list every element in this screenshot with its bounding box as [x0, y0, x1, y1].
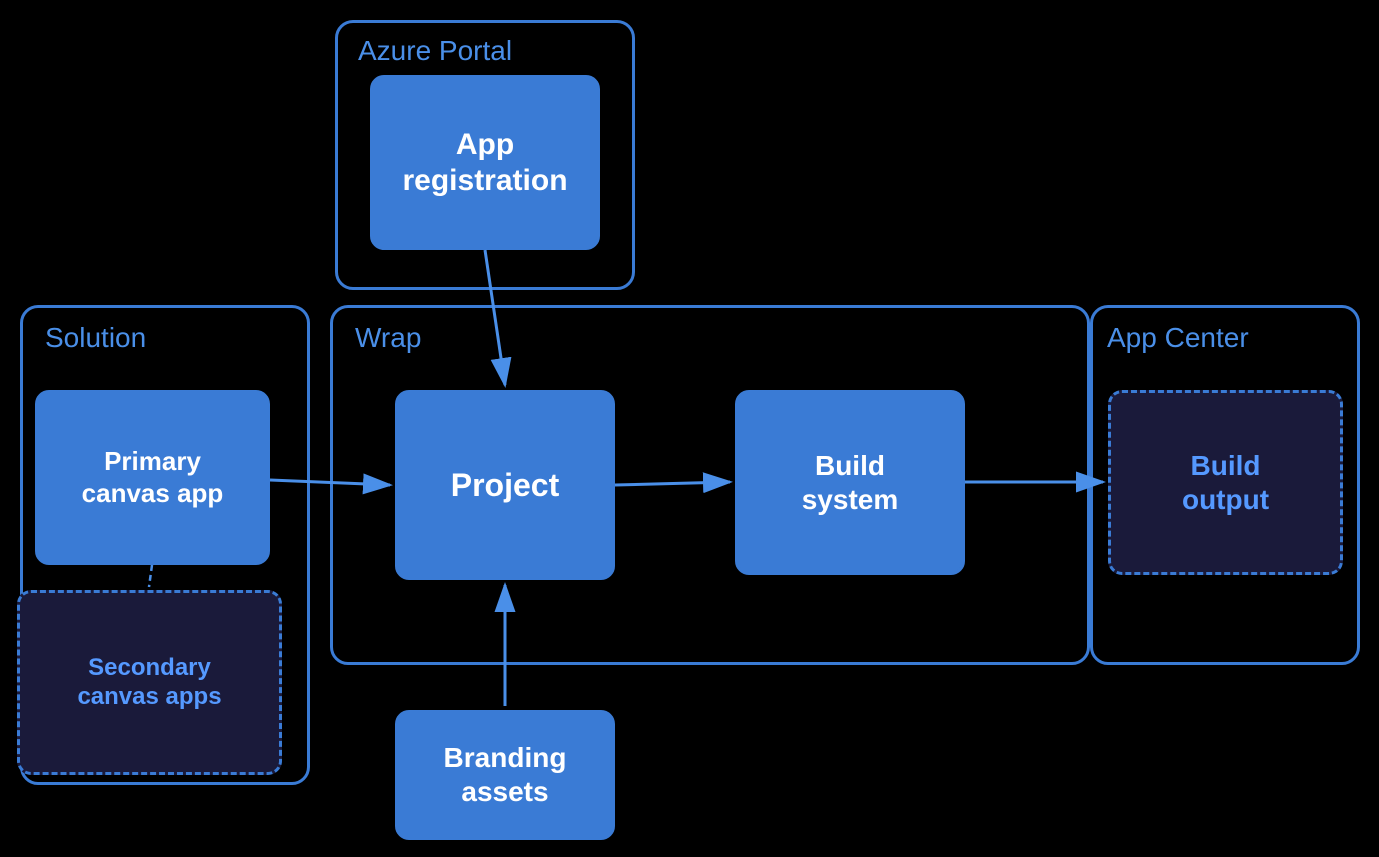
project-label: Project: [451, 466, 559, 504]
solution-label: Solution: [45, 322, 146, 354]
project-box: Project: [395, 390, 615, 580]
secondary-canvas-label: Secondarycanvas apps: [77, 654, 221, 712]
build-system-label: Buildsystem: [802, 449, 899, 516]
azure-portal-label: Azure Portal: [358, 35, 512, 67]
app-registration-label: Appregistration: [402, 127, 567, 199]
app-registration-box: Appregistration: [370, 75, 600, 250]
app-center-label: App Center: [1107, 322, 1249, 354]
wrap-label: Wrap: [355, 322, 421, 354]
build-output-label: Buildoutput: [1182, 449, 1269, 516]
secondary-canvas-box: Secondarycanvas apps: [17, 590, 282, 775]
primary-canvas-box: Primarycanvas app: [35, 390, 270, 565]
branding-assets-label: Brandingassets: [444, 741, 567, 808]
build-system-box: Buildsystem: [735, 390, 965, 575]
primary-canvas-label: Primarycanvas app: [82, 446, 224, 508]
branding-assets-box: Brandingassets: [395, 710, 615, 840]
build-output-box: Buildoutput: [1108, 390, 1343, 575]
